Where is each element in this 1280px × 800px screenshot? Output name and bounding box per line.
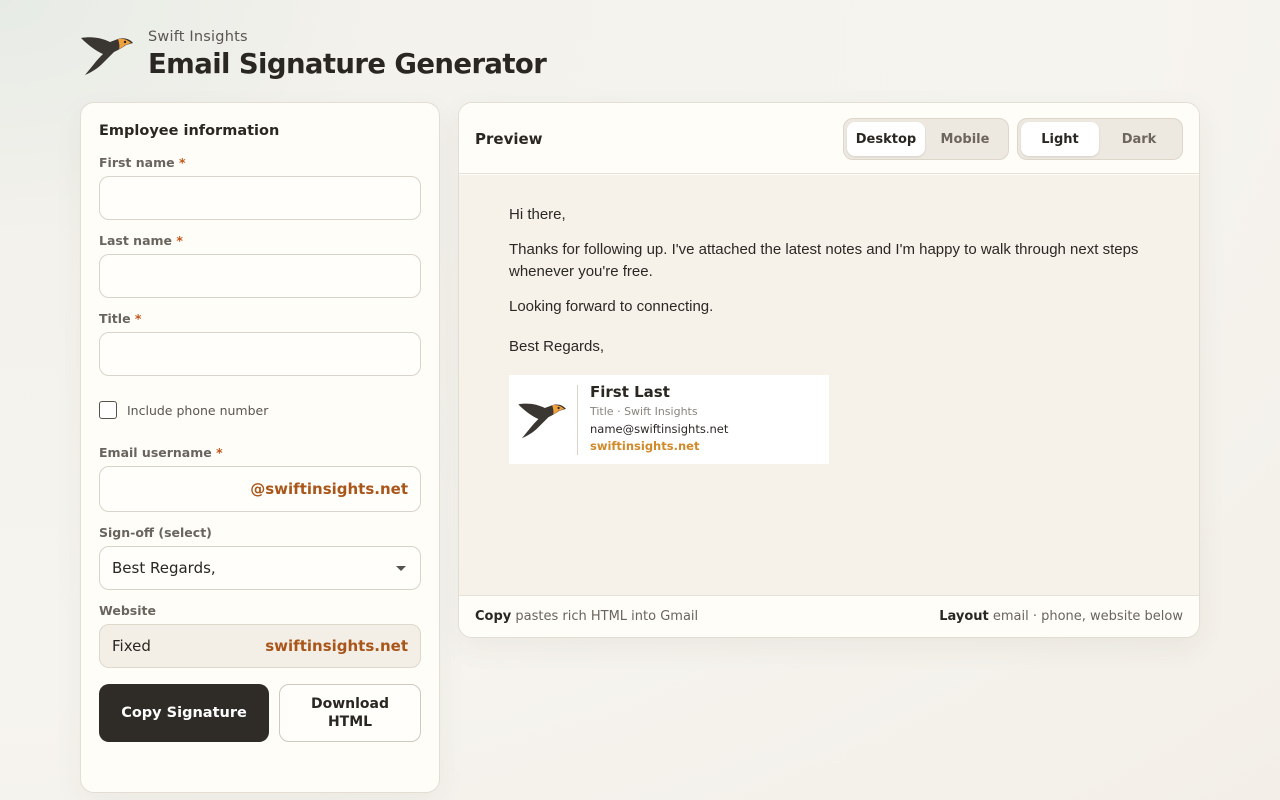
- theme-toggle: Light Dark: [1017, 118, 1183, 160]
- email-closing-line: Looking forward to connecting.: [509, 298, 714, 315]
- required-mark: *: [178, 155, 186, 170]
- signature-card: First Last Title · Swift Insights name@s…: [509, 375, 829, 464]
- signature-email: name@swiftinsights.net: [590, 422, 729, 436]
- title-input[interactable]: [99, 332, 421, 376]
- website-value: swiftinsights.net: [265, 637, 408, 655]
- signoff-selected-value: Best Regards,: [112, 559, 216, 577]
- brand-header: Swift Insights Email Signature Generator: [80, 28, 547, 84]
- signoff-select[interactable]: Best Regards,: [99, 546, 421, 590]
- email-domain-suffix: @swiftinsights.net: [250, 480, 408, 498]
- signature-website-link[interactable]: swiftinsights.net: [590, 439, 699, 453]
- swift-bird-logo-icon: [81, 37, 133, 75]
- include-phone-checkbox[interactable]: [99, 401, 117, 419]
- tab-mobile[interactable]: Mobile: [925, 122, 1005, 156]
- include-phone-row[interactable]: Include phone number: [99, 401, 268, 419]
- preview-footer: Copy pastes rich HTML into Gmail Layout …: [459, 595, 1199, 637]
- website-label: Website: [99, 603, 156, 618]
- download-html-button[interactable]: Download HTML: [279, 684, 421, 742]
- form-heading: Employee information: [99, 123, 280, 139]
- required-mark: *: [176, 233, 183, 248]
- brand-name: Swift Insights: [148, 29, 248, 45]
- email-signoff: Best Regards,: [509, 338, 605, 355]
- signature-name: First Last: [590, 383, 670, 401]
- email-greeting: Hi there,: [509, 206, 566, 223]
- website-fixed-field: Fixed swiftinsights.net: [99, 624, 421, 668]
- signoff-label: Sign-off (select): [99, 525, 212, 540]
- last-name-input[interactable]: [99, 254, 421, 298]
- first-name-label: First name *: [99, 155, 186, 170]
- page-title: Email Signature Generator: [148, 48, 547, 80]
- signature-divider: [577, 385, 578, 455]
- device-toggle: Desktop Mobile: [843, 118, 1009, 160]
- footer-copy-hint: Copy pastes rich HTML into Gmail: [475, 609, 699, 624]
- required-mark: *: [134, 311, 142, 326]
- tab-desktop[interactable]: Desktop: [847, 122, 925, 156]
- chevron-down-icon: [396, 565, 406, 571]
- email-preview-area: Hi there, Thanks for following up. I've …: [459, 175, 1199, 595]
- last-name-label: Last name *: [99, 233, 183, 248]
- email-username-label: Email username *: [99, 445, 223, 460]
- employee-form-panel: Employee information First name * Last n…: [80, 102, 440, 793]
- swift-bird-logo-icon: [518, 403, 566, 439]
- title-label: Title *: [99, 311, 142, 326]
- required-mark: *: [216, 445, 223, 460]
- include-phone-label: Include phone number: [127, 402, 269, 418]
- preview-panel: Preview Desktop Mobile Light Dark Hi the…: [458, 102, 1200, 638]
- footer-layout-hint: Layout email · phone, website below: [939, 609, 1183, 624]
- first-name-input[interactable]: [99, 176, 421, 220]
- preview-header: Preview Desktop Mobile Light Dark: [459, 103, 1199, 174]
- preview-title: Preview: [475, 130, 543, 148]
- tab-dark[interactable]: Dark: [1099, 122, 1179, 156]
- copy-signature-button[interactable]: Copy Signature: [99, 684, 269, 742]
- tab-light[interactable]: Light: [1021, 122, 1099, 156]
- website-fixed-text: Fixed: [112, 637, 151, 655]
- email-body: Thanks for following up. I've attached t…: [509, 241, 1139, 280]
- email-username-input[interactable]: @swiftinsights.net: [99, 466, 421, 512]
- signature-title: Title · Swift Insights: [590, 405, 698, 418]
